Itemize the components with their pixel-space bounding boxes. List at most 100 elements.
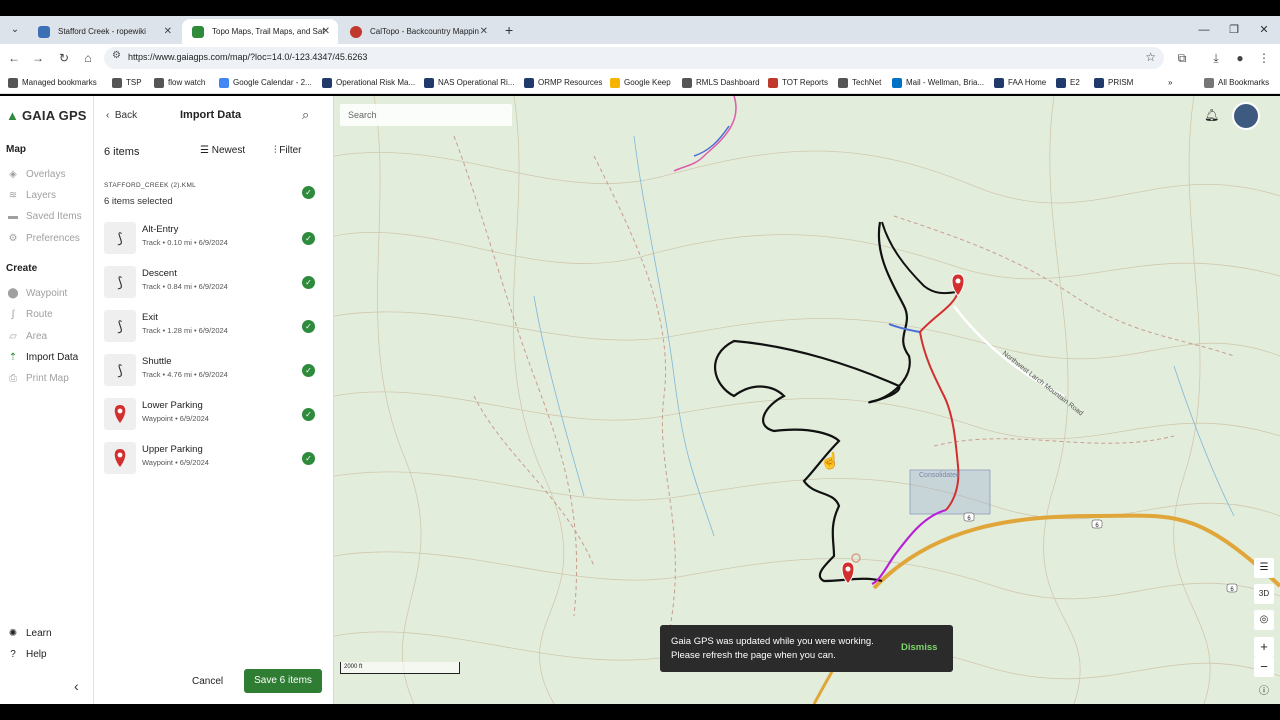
select-all-check-icon[interactable]: ✓ bbox=[302, 186, 315, 199]
dismiss-button[interactable]: Dismiss bbox=[901, 642, 937, 653]
bookmark-item[interactable]: Google Calendar - 2... bbox=[219, 76, 312, 90]
nav-route[interactable]: ∫ Route bbox=[6, 308, 53, 322]
nav-learn[interactable]: ✺ Learn bbox=[6, 627, 52, 641]
item-meta: Track • 1.28 mi • 6/9/2024 bbox=[142, 326, 228, 335]
import-list-item[interactable]: ⟆ Descent Track • 0.84 mi • 6/9/2024 ✓ bbox=[104, 266, 328, 304]
close-tab-icon[interactable]: ✕ bbox=[480, 19, 488, 44]
search-icon[interactable]: ⌕ bbox=[302, 107, 309, 123]
zoom-in-button[interactable]: + bbox=[1254, 637, 1274, 657]
bookmark-favicon-icon bbox=[610, 78, 620, 88]
item-checked-icon[interactable]: ✓ bbox=[302, 408, 315, 421]
bookmark-item[interactable]: TSP bbox=[112, 76, 142, 90]
site-info-icon[interactable]: ⚙ bbox=[112, 50, 121, 61]
track-icon: ⟆ bbox=[104, 266, 136, 298]
close-tab-icon[interactable]: ✕ bbox=[164, 19, 172, 44]
maximize-icon[interactable]: ❐ bbox=[1218, 16, 1250, 44]
back-arrow-icon[interactable]: ← bbox=[4, 48, 24, 68]
import-list-item[interactable]: ⟆ Exit Track • 1.28 mi • 6/9/2024 ✓ bbox=[104, 310, 328, 348]
back-button[interactable]: ‹ Back bbox=[106, 110, 137, 121]
sort-button[interactable]: ☰ Newest bbox=[200, 145, 245, 156]
item-meta: Track • 0.84 mi • 6/9/2024 bbox=[142, 282, 228, 291]
info-icon[interactable]: ⓘ bbox=[1254, 684, 1274, 700]
gaia-logo[interactable]: ▲ GAIA GPS bbox=[6, 108, 87, 123]
top-letterbox bbox=[0, 0, 1280, 16]
bell-icon[interactable]: 🔔︎ bbox=[1204, 108, 1219, 122]
bookmark-item[interactable]: Managed bookmarks bbox=[8, 76, 97, 90]
profile-icon[interactable]: ● bbox=[1230, 48, 1250, 68]
sort-icon: ☰ bbox=[200, 145, 212, 156]
bookmark-item[interactable]: ORMP Resources bbox=[524, 76, 602, 90]
tab-title: CalTopo - Backcountry Mappin bbox=[370, 27, 479, 36]
reload-icon[interactable]: ↻ bbox=[54, 48, 74, 68]
item-name: Lower Parking bbox=[142, 400, 203, 411]
item-checked-icon[interactable]: ✓ bbox=[302, 364, 315, 377]
collapse-sidebar-icon[interactable]: ‹ bbox=[74, 678, 79, 694]
bookmark-label: Google Calendar - 2... bbox=[233, 78, 312, 87]
download-icon[interactable]: ⤓ bbox=[1206, 48, 1226, 68]
item-checked-icon[interactable]: ✓ bbox=[302, 452, 315, 465]
help-icon: ? bbox=[10, 649, 16, 660]
nav-waypoint[interactable]: ⬤ Waypoint bbox=[6, 287, 67, 301]
cancel-button[interactable]: Cancel bbox=[192, 676, 223, 687]
bookmark-item[interactable]: E2 bbox=[1056, 76, 1080, 90]
bookmark-item[interactable]: NAS Operational Ri... bbox=[424, 76, 514, 90]
3d-toggle[interactable]: 3D bbox=[1254, 584, 1274, 604]
new-tab-button[interactable]: + bbox=[505, 19, 513, 41]
map-view[interactable]: 6 6 6 Consolidated Northwest Larch Mount… bbox=[334, 96, 1280, 704]
bookmark-item[interactable]: Mail - Wellman, Bria... bbox=[892, 76, 984, 90]
screen: ⌄ Stafford Creek - ropewiki ✕ Topo Maps,… bbox=[0, 0, 1280, 720]
bookmark-item[interactable]: Operational Risk Ma... bbox=[322, 76, 415, 90]
bookmark-item[interactable]: FAA Home bbox=[994, 76, 1046, 90]
bookmark-item[interactable]: Google Keep bbox=[610, 76, 671, 90]
minimize-icon[interactable]: — bbox=[1188, 16, 1220, 44]
map-search-input[interactable]: Search bbox=[340, 104, 512, 126]
all-bookmarks-folder[interactable]: All Bookmarks bbox=[1204, 76, 1269, 90]
bookmark-item[interactable]: RMLS Dashboard bbox=[682, 76, 760, 90]
zoom-out-button[interactable]: − bbox=[1254, 657, 1274, 677]
item-checked-icon[interactable]: ✓ bbox=[302, 276, 315, 289]
forward-arrow-icon[interactable]: → bbox=[28, 48, 48, 68]
more-bookmarks-icon[interactable]: » bbox=[1168, 76, 1172, 90]
locate-icon[interactable]: ◎ bbox=[1254, 610, 1274, 630]
close-tab-icon[interactable]: ✕ bbox=[322, 19, 330, 44]
bookmark-item[interactable]: flow watch bbox=[154, 76, 205, 90]
item-checked-icon[interactable]: ✓ bbox=[302, 232, 315, 245]
tab-gaiagps[interactable]: Topo Maps, Trail Maps, and Sat ✕ bbox=[182, 19, 338, 44]
nav-help[interactable]: ? Help bbox=[6, 648, 46, 662]
nav-area[interactable]: ▱ Area bbox=[6, 330, 47, 344]
import-list-item[interactable]: Upper Parking Waypoint • 6/9/2024 ✓ bbox=[104, 442, 328, 480]
folder-icon bbox=[1204, 78, 1214, 88]
nav-overlays[interactable]: ◈ Overlays bbox=[6, 168, 65, 182]
back-label: Back bbox=[114, 110, 138, 121]
browser-menu-icon[interactable]: ⋮ bbox=[1254, 48, 1274, 68]
nav-preferences[interactable]: ⚙ Preferences bbox=[6, 232, 80, 246]
nav-layers[interactable]: ≋ Layers bbox=[6, 189, 56, 203]
nav-label: Saved Items bbox=[26, 211, 82, 222]
home-icon[interactable]: ⌂ bbox=[78, 48, 98, 68]
bookmark-item[interactable]: TOT Reports bbox=[768, 76, 828, 90]
list-icon[interactable]: ☰ bbox=[1254, 558, 1274, 578]
import-list-item[interactable]: Lower Parking Waypoint • 6/9/2024 ✓ bbox=[104, 398, 328, 436]
item-meta: Waypoint • 6/9/2024 bbox=[142, 458, 209, 467]
tab-caltopo[interactable]: CalTopo - Backcountry Mappin ✕ bbox=[340, 19, 496, 44]
nav-saved-items[interactable]: ▬ Saved Items bbox=[6, 210, 82, 224]
bookmark-star-icon[interactable]: ☆ bbox=[1145, 50, 1156, 64]
nav-import-data[interactable]: ⇡ Import Data bbox=[6, 351, 78, 365]
layers-icon: ◈ bbox=[9, 169, 17, 180]
close-window-icon[interactable]: ✕ bbox=[1248, 16, 1280, 44]
bookmark-item[interactable]: TechNet bbox=[838, 76, 881, 90]
tab-search-icon[interactable]: ⌄ bbox=[6, 21, 24, 39]
import-list-item[interactable]: ⟆ Shuttle Track • 4.76 mi • 6/9/2024 ✓ bbox=[104, 354, 328, 392]
bookmark-item[interactable]: PRISM bbox=[1094, 76, 1133, 90]
nav-print-map[interactable]: ⎙ Print Map bbox=[6, 372, 69, 386]
item-checked-icon[interactable]: ✓ bbox=[302, 320, 315, 333]
tab-ropewiki[interactable]: Stafford Creek - ropewiki ✕ bbox=[28, 19, 180, 44]
extensions-icon[interactable]: ⧉ bbox=[1172, 48, 1192, 68]
mouse-cursor-icon: ☝ bbox=[820, 453, 840, 470]
save-button[interactable]: Save 6 items bbox=[244, 669, 322, 693]
address-bar[interactable]: ⚙ https://www.gaiagps.com/map/?loc=14.0/… bbox=[104, 47, 1164, 69]
avatar[interactable] bbox=[1232, 102, 1260, 130]
nav-label: Import Data bbox=[26, 352, 79, 363]
import-list-item[interactable]: ⟆ Alt-Entry Track • 0.10 mi • 6/9/2024 ✓ bbox=[104, 222, 328, 260]
filter-button[interactable]: ⫶ Filter bbox=[274, 145, 302, 156]
